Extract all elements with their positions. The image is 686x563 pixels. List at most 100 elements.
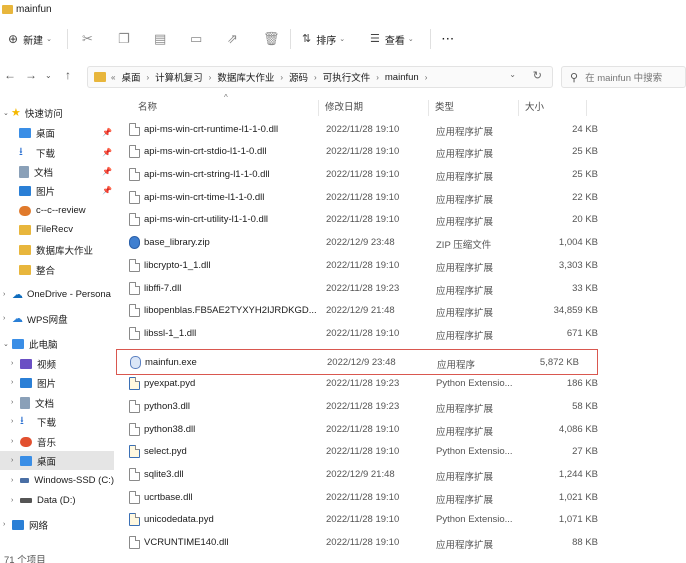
chevron-right-icon[interactable]: › [11,497,13,504]
nav-videos[interactable]: › 视频 [0,354,114,373]
file-row-highlighted[interactable]: mainfun.exe 2022/12/9 23:48 应用程序 5,872 K… [116,349,598,375]
search-input[interactable]: ⚲ 在 mainfun 中搜索 [561,66,686,88]
file-row[interactable]: libffi-7.dll 2022/11/28 19:23 应用程序扩展 33 … [116,278,598,300]
pin-icon[interactable]: 📌 [102,148,112,157]
nav-this-pc-downloads[interactable]: › ⭳ 下载 [0,412,114,431]
dll-file-icon [129,145,140,158]
nav-pictures[interactable]: 图片 📌 [0,181,114,200]
pin-icon[interactable]: 📌 [102,128,112,137]
share-icon[interactable]: ⇗ [227,32,238,45]
column-name-header[interactable]: 名称 [138,96,157,116]
breadcrumb-overflow[interactable]: « [111,73,115,82]
file-row[interactable]: libopenblas.FB5AE2TYXYH2IJRDKGD... 2022/… [116,300,598,322]
nav-this-pc-pictures[interactable]: › 图片 [0,373,114,392]
refresh-icon[interactable]: ↻ [533,69,542,82]
chevron-down-icon[interactable]: ⌄ [3,340,9,348]
column-divider[interactable] [518,100,519,116]
file-type: 应用程序扩展 [436,286,494,297]
nav-db-project[interactable]: 数据库大作业 [0,240,114,259]
more-options-button[interactable]: ··· [442,27,455,51]
breadcrumb-db-project[interactable]: 数据库大作业 [217,70,274,84]
pyd-file-icon [129,513,140,526]
up-arrow-icon[interactable]: ↑ [65,68,71,82]
column-divider[interactable] [318,100,319,116]
view-button[interactable]: ☰ 查看 ⌄ [370,27,414,51]
nav-wps-drive[interactable]: › ☁ WPS网盘 [0,309,114,328]
chevron-right-icon[interactable]: › [11,399,13,406]
column-date-header[interactable]: 修改日期 [325,96,363,116]
nav-label: 文档 [35,398,55,410]
file-row[interactable]: VCRUNTIME140.dll 2022/11/28 19:10 应用程序扩展… [116,532,598,554]
paste-icon[interactable]: ▤ [154,32,166,45]
file-row[interactable]: api-ms-win-crt-string-l1-1-0.dll 2022/11… [116,164,598,186]
file-row[interactable]: python3.dll 2022/11/28 19:23 应用程序扩展 58 K… [116,396,598,418]
address-bar[interactable]: « 桌面 › 计算机复习 › 数据库大作业 › 源码 › 可执行文件 › mai… [87,66,553,88]
file-row[interactable]: unicodedata.pyd 2022/11/28 19:10 Python … [116,509,598,531]
file-row[interactable]: base_library.zip 2022/12/9 23:48 ZIP 压缩文… [116,232,598,254]
breadcrumb-executables[interactable]: 可执行文件 [323,70,371,84]
copy-icon[interactable]: ❐ [118,32,130,45]
file-date: 2022/11/28 19:10 [326,214,400,225]
chevron-right-icon[interactable]: › [3,291,5,298]
breadcrumb-source[interactable]: 源码 [289,70,308,84]
nav-network[interactable]: › 网络 [0,515,114,534]
nav-filerecv[interactable]: FileRecv [0,220,114,239]
chevron-right-icon[interactable]: › [11,438,13,445]
breadcrumb-separator-icon: › [424,72,428,82]
column-divider[interactable] [428,100,429,116]
column-size-header[interactable]: 大小 [525,96,544,116]
nav-data-drive[interactable]: › Data (D:) [0,491,114,510]
nav-onedrive[interactable]: › ☁ OneDrive - Persona [0,285,114,304]
delete-icon[interactable]: 🗑 [263,32,280,45]
file-type: 应用程序扩展 [436,172,494,183]
nav-this-pc[interactable]: ⌄ 此电脑 [0,334,114,353]
file-row[interactable]: sqlite3.dll 2022/12/9 21:48 应用程序扩展 1,244… [116,464,598,486]
nav-music[interactable]: › 音乐 [0,432,114,451]
chevron-right-icon[interactable]: › [11,379,13,386]
file-row[interactable]: python38.dll 2022/11/28 19:10 应用程序扩展 4,0… [116,419,598,441]
column-divider[interactable] [586,100,587,116]
pin-icon[interactable]: 📌 [102,167,112,176]
file-size: 1,021 KB [558,492,598,503]
new-button[interactable]: ⊕ 新建 ⌄ [8,27,52,51]
file-row[interactable]: api-ms-win-crt-stdio-l1-1-0.dll 2022/11/… [116,141,598,163]
file-row[interactable]: api-ms-win-crt-time-l1-1-0.dll 2022/11/2… [116,187,598,209]
chevron-down-icon[interactable]: ⌄ [3,109,9,117]
chevron-right-icon[interactable]: › [11,457,13,464]
file-row[interactable]: pyexpat.pyd 2022/11/28 19:23 Python Exte… [116,373,598,395]
file-row[interactable]: api-ms-win-crt-utility-l1-1-0.dll 2022/1… [116,209,598,231]
nav-downloads[interactable]: ⭳ 下载 📌 [0,143,114,162]
nav-this-pc-desktop[interactable]: › 桌面 [0,451,114,470]
nav-desktop[interactable]: 桌面 📌 [0,123,114,142]
file-row[interactable]: api-ms-win-crt-runtime-l1-1-0.dll 2022/1… [116,119,598,141]
back-arrow-icon[interactable]: ← [4,68,16,82]
forward-arrow-icon[interactable]: → [25,68,37,82]
recent-chevron-icon[interactable]: ⌄ [45,71,52,80]
sort-button[interactable]: ⇅ 排序 ⌄ [302,27,345,51]
chevron-down-icon: ⌄ [46,36,52,43]
breadcrumb-mainfun[interactable]: mainfun [385,72,419,83]
nav-quick-access[interactable]: ⌄ ★ 快速访问 [0,103,114,122]
column-type-header[interactable]: 类型 [435,96,454,116]
nav-windows-ssd[interactable]: › Windows-SSD (C:) [0,471,114,490]
chevron-right-icon[interactable]: › [3,521,5,528]
chevron-right-icon[interactable]: › [11,360,13,367]
cut-icon[interactable]: ✂ [82,32,93,45]
file-row[interactable]: select.pyd 2022/11/28 19:10 Python Exten… [116,441,598,463]
breadcrumb-desktop[interactable]: 桌面 [121,70,140,84]
chevron-right-icon[interactable]: › [11,477,13,484]
nav-this-pc-documents[interactable]: › 文档 [0,393,114,412]
chevron-down-icon[interactable]: ⌄ [509,70,516,79]
breadcrumb-review[interactable]: 计算机复习 [155,70,203,84]
dll-file-icon [129,400,140,413]
rename-icon[interactable]: ▭ [190,32,202,45]
file-row[interactable]: libcrypto-1_1.dll 2022/11/28 19:10 应用程序扩… [116,255,598,277]
chevron-right-icon[interactable]: › [11,418,13,425]
nav-integration[interactable]: 整合 [0,260,114,279]
chevron-right-icon[interactable]: › [3,315,5,322]
nav-documents[interactable]: 文档 📌 [0,162,114,181]
file-row[interactable]: ucrtbase.dll 2022/11/28 19:10 应用程序扩展 1,0… [116,487,598,509]
nav-c-c-review[interactable]: c--c--review [0,201,114,220]
file-row[interactable]: libssl-1_1.dll 2022/11/28 19:10 应用程序扩展 6… [116,323,598,345]
pin-icon[interactable]: 📌 [102,186,112,195]
